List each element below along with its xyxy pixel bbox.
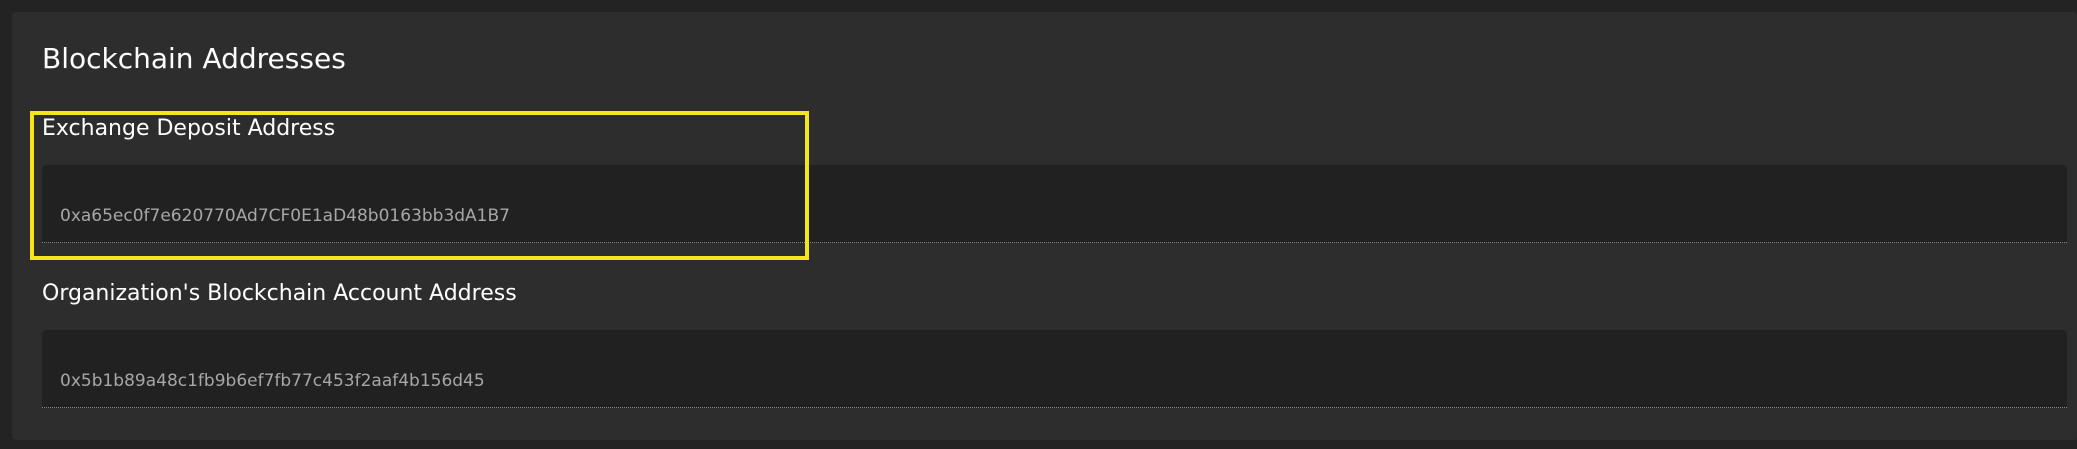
blockchain-addresses-card: Blockchain Addresses Exchange Deposit Ad… xyxy=(12,12,2077,440)
exchange-deposit-address-label: Exchange Deposit Address xyxy=(42,116,336,141)
exchange-deposit-address-input[interactable]: 0xa65ec0f7e620770Ad7CF0E1aD48b0163bb3dA1… xyxy=(42,165,2067,243)
organization-blockchain-account-address-label: Organization's Blockchain Account Addres… xyxy=(42,281,517,306)
organization-blockchain-account-address-value: 0x5b1b89a48c1fb9b6ef7fb77c453f2aaf4b156d… xyxy=(60,371,485,391)
organization-blockchain-account-address-input[interactable]: 0x5b1b89a48c1fb9b6ef7fb77c453f2aaf4b156d… xyxy=(42,330,2067,408)
section-title: Blockchain Addresses xyxy=(42,42,346,75)
page: Blockchain Addresses Exchange Deposit Ad… xyxy=(0,0,2077,449)
exchange-deposit-address-value: 0xa65ec0f7e620770Ad7CF0E1aD48b0163bb3dA1… xyxy=(60,206,510,226)
